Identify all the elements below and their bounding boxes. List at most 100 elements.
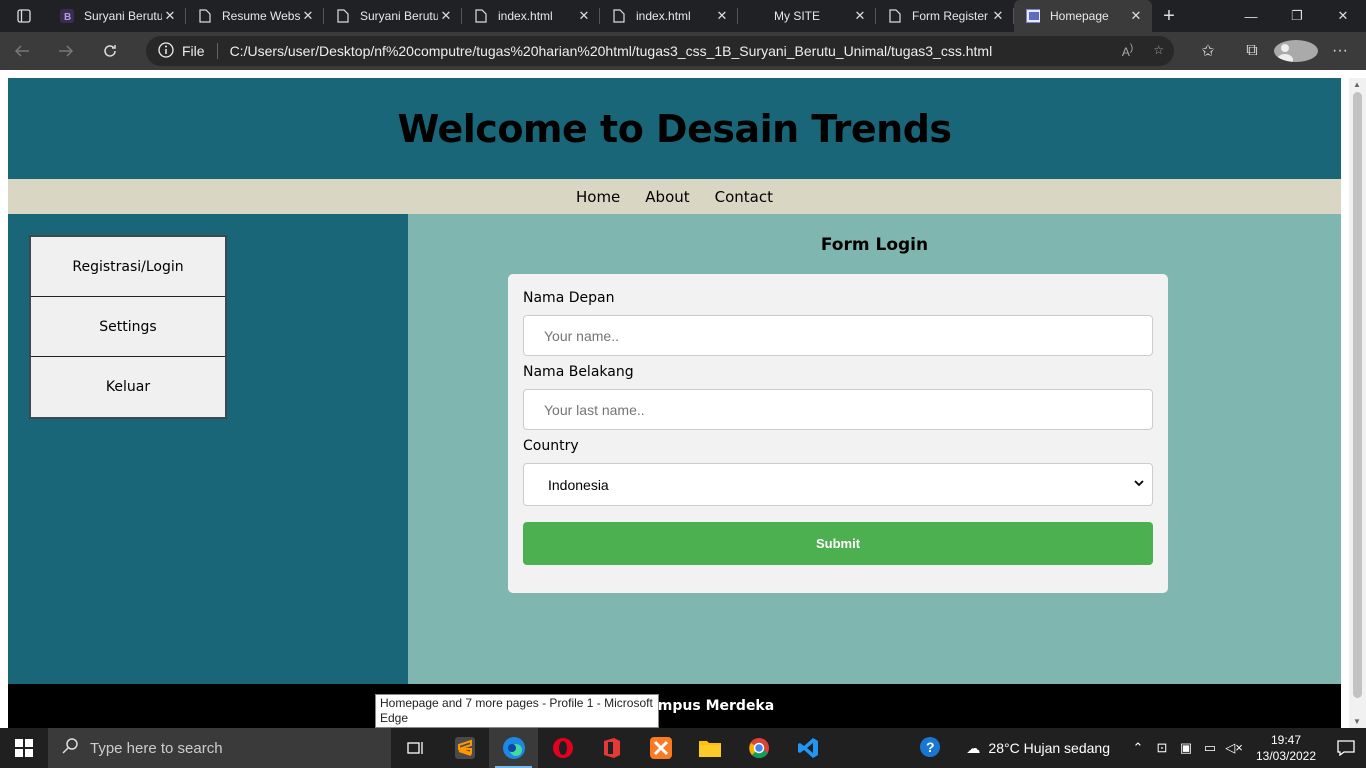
opera-icon[interactable] [538,728,587,768]
chrome-icon[interactable] [734,728,783,768]
window-controls: — ❐ ✕ [1228,0,1366,32]
search-icon [62,738,78,758]
browser-toolbar: ✩ ⧉ ··· [1186,32,1362,70]
blank-icon [750,9,764,23]
tooltip: Homepage and 7 more pages - Profile 1 - … [375,694,659,728]
nav-home-link[interactable]: Home [576,188,620,206]
add-favorite-icon[interactable]: ☆ [1153,43,1164,59]
help-icon[interactable]: ? [918,736,942,761]
browser-tab-active[interactable]: Homepage ✕ [1014,0,1152,32]
close-icon[interactable]: ✕ [576,8,592,24]
system-tray: ? ☁ 28°C Hujan sedang ⌃ ⊡ ▣ ▭ ◁× 19:47 1… [918,728,1366,768]
favorites-icon[interactable]: ✩ [1186,41,1230,61]
collections-icon[interactable]: ⧉ [1230,42,1274,60]
chevron-down-icon [1134,476,1144,490]
sidebar-item-registrasi-login[interactable]: Registrasi/Login [31,237,225,297]
page-icon [612,9,626,23]
close-icon[interactable]: ✕ [990,8,1006,24]
restore-icon[interactable]: ❐ [1274,0,1320,32]
country-label: Country [523,438,579,454]
close-icon[interactable]: ✕ [714,8,730,24]
scrollbar-thumb[interactable] [1353,92,1362,698]
browser-tab[interactable]: index.html ✕ [462,0,600,32]
first-name-input[interactable]: Your name.. [523,315,1153,356]
tab-title: Homepage [1050,9,1109,23]
task-view-icon[interactable] [391,728,440,768]
tab-title: Resume Website [222,9,300,23]
scroll-down-icon[interactable]: ▼ [1353,717,1361,726]
tab-title: index.html [498,9,553,23]
country-value: Indonesia [548,476,609,493]
scroll-up-icon[interactable]: ▲ [1353,80,1361,89]
submit-button[interactable]: Submit [523,522,1153,565]
info-icon[interactable] [158,41,174,61]
battery-icon[interactable]: ▭ [1198,740,1222,756]
page-icon [474,9,488,23]
tab-actions-icon[interactable] [0,0,48,32]
page-title: Welcome to Desain Trends [397,106,952,151]
top-nav: Home About Contact [8,179,1341,214]
nav-contact-link[interactable]: Contact [715,188,773,206]
browser-tab[interactable]: Resume Website ✕ [186,0,324,32]
country-select[interactable]: Indonesia [523,463,1153,506]
office-icon[interactable] [587,728,636,768]
back-icon[interactable] [0,32,44,70]
page-header: Welcome to Desain Trends [8,78,1341,179]
tab-title: Suryani Berutu [360,9,438,23]
gift-icon[interactable]: ▣ [1174,740,1198,756]
content-area: Registrasi/Login Settings Keluar Form Lo… [8,214,1341,684]
taskbar-apps [391,728,832,768]
read-aloud-icon[interactable]: A) [1122,43,1133,59]
weather-text: 28°C Hujan sedang [988,740,1110,756]
close-icon[interactable]: ✕ [852,8,868,24]
rain-cloud-icon: ☁ [966,739,981,756]
url-field[interactable]: File C:/Users/user/Desktop/nf%20computre… [146,36,1174,66]
browser-tab[interactable]: My SITE ✕ [738,0,876,32]
browser-tab[interactable]: B Suryani Berutu ✕ [48,0,186,32]
new-tab-icon[interactable]: + [1152,5,1186,28]
page-icon [336,9,350,23]
vscode-icon[interactable] [783,728,832,768]
close-icon[interactable]: ✕ [162,8,178,24]
last-name-input[interactable]: Your last name.. [523,389,1153,430]
volume-mute-icon[interactable]: ◁× [1222,740,1246,756]
file-explorer-icon[interactable] [685,728,734,768]
sidebar-item-settings[interactable]: Settings [31,297,225,357]
taskbar-search-input[interactable]: Type here to search [48,728,391,768]
clock[interactable]: 19:47 13/03/2022 [1246,732,1326,764]
page-icon [888,9,902,23]
svg-text:?: ? [926,739,935,755]
xampp-icon[interactable] [636,728,685,768]
tab-title: Form Register [912,9,989,23]
weather-widget[interactable]: ☁ 28°C Hujan sedang [966,740,1110,757]
minimize-icon[interactable]: — [1228,0,1274,32]
close-icon[interactable]: ✕ [1128,8,1144,24]
network-icon[interactable]: ⊡ [1150,740,1174,756]
vertical-scrollbar[interactable]: ▲ ▼ [1349,78,1366,728]
close-icon[interactable]: ✕ [300,8,316,24]
sublime-text-icon[interactable] [440,728,489,768]
windows-start-icon[interactable] [0,739,48,757]
browser-tab-bar: B Suryani Berutu ✕ Resume Website ✕ Sury… [0,0,1366,32]
more-menu-icon[interactable]: ··· [1318,42,1362,60]
browser-tab[interactable]: Form Register ✕ [876,0,1014,32]
close-window-icon[interactable]: ✕ [1320,0,1366,32]
nav-about-link[interactable]: About [645,188,689,206]
forward-icon[interactable] [44,32,88,70]
sidebar-item-keluar[interactable]: Keluar [31,357,225,417]
browser-tab[interactable]: Suryani Berutu ✕ [324,0,462,32]
bootstrap-icon: B [60,9,74,23]
image-icon [1026,9,1040,23]
page-icon [198,9,212,23]
browser-tab[interactable]: index.html ✕ [600,0,738,32]
search-placeholder: Type here to search [90,739,223,757]
web-page: Welcome to Desain Trends Home About Cont… [8,78,1341,728]
url-text[interactable]: C:/Users/user/Desktop/nf%20computre/tuga… [230,43,993,59]
edge-icon[interactable] [489,728,538,768]
chevron-up-icon[interactable]: ⌃ [1126,740,1150,756]
file-label: File [182,43,218,59]
notification-icon[interactable] [1326,740,1366,756]
refresh-icon[interactable] [88,32,132,70]
close-icon[interactable]: ✕ [438,8,454,24]
profile-avatar[interactable] [1274,40,1318,62]
